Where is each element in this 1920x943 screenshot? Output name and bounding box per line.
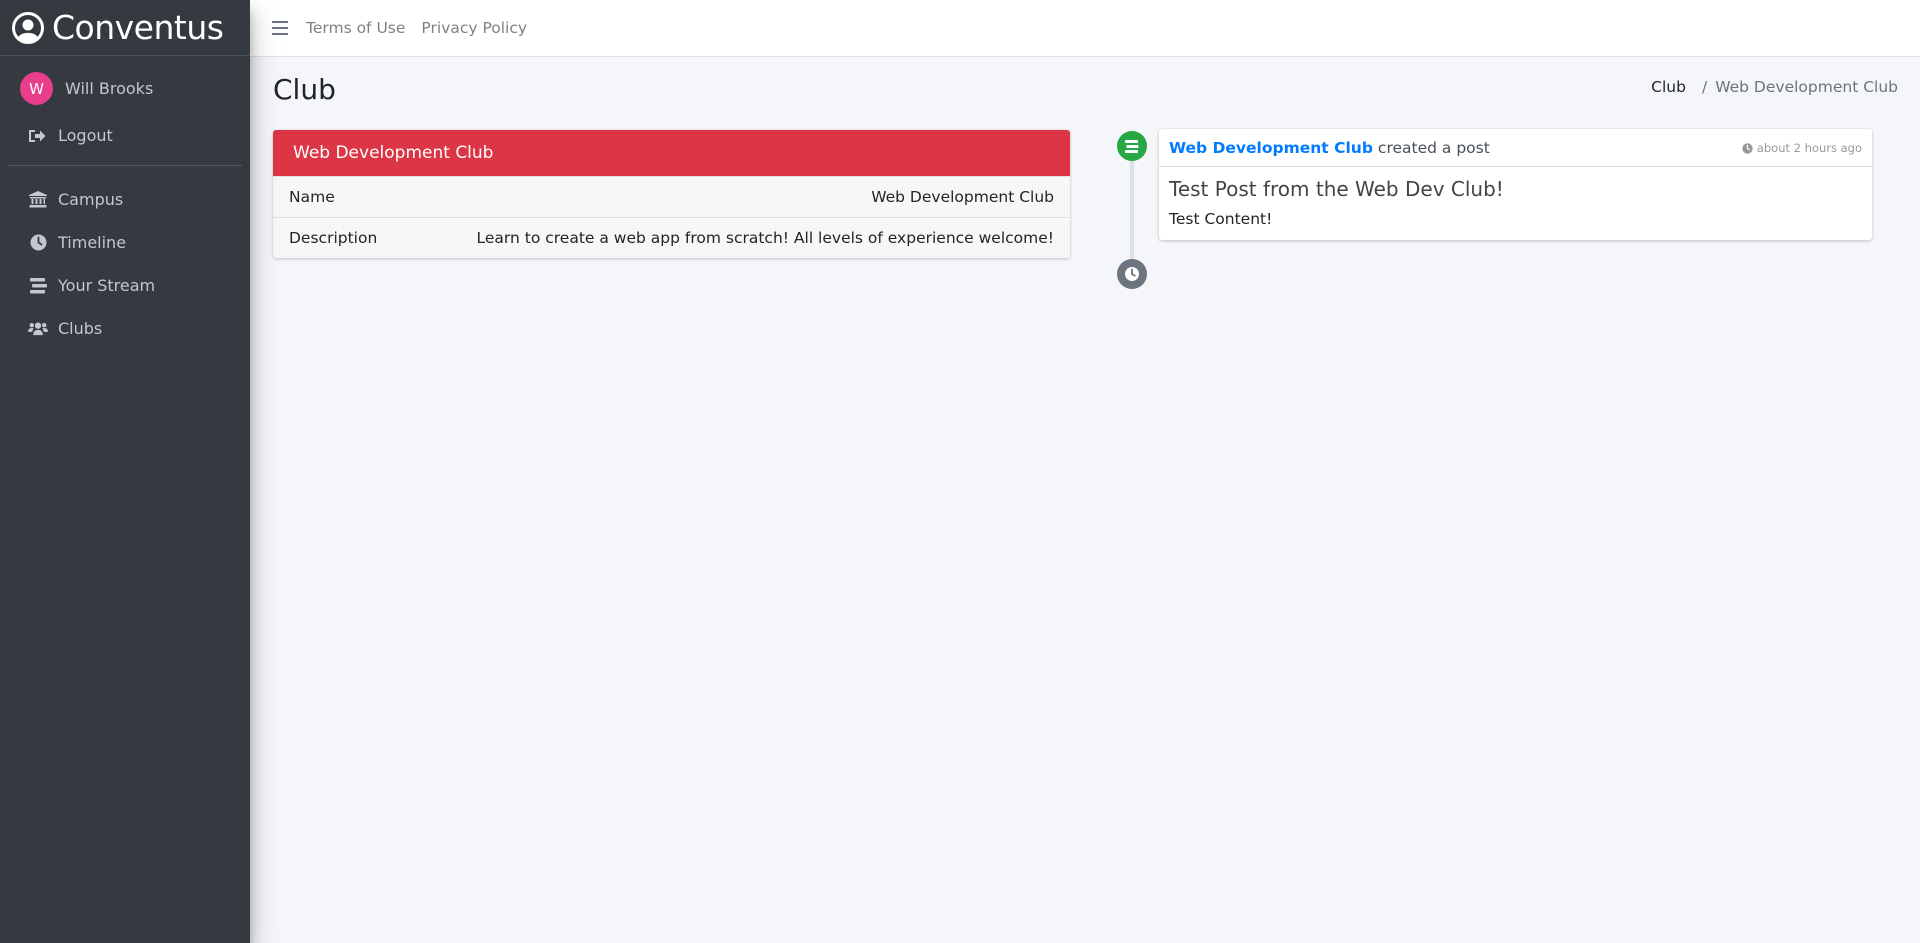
- post-content: Test Content!: [1169, 210, 1273, 228]
- sidebar-item-label: Campus: [58, 190, 124, 209]
- timeline-time: about 2 hours ago: [1742, 141, 1862, 155]
- stream-icon: [28, 277, 48, 295]
- breadcrumb-club-link[interactable]: Club: [1651, 78, 1686, 96]
- users-icon: [28, 320, 48, 338]
- sidebar-item-label: Your Stream: [58, 276, 156, 295]
- breadcrumb: Club / Web Development Club: [1651, 78, 1898, 96]
- brand-name: Conventus: [52, 8, 224, 47]
- timeline-line: [1130, 145, 1134, 273]
- club-name-label: Name: [289, 188, 335, 206]
- sidebar-item-timeline[interactable]: Timeline: [0, 221, 250, 264]
- terms-of-use-link[interactable]: Terms of Use: [306, 19, 405, 37]
- club-card-header: Web Development Club: [273, 130, 1070, 176]
- post-stream-icon: [1117, 131, 1147, 161]
- timeline-end-clock-icon: [1117, 259, 1147, 289]
- post-title: Test Post from the Web Dev Club!: [1169, 177, 1504, 201]
- logout-link[interactable]: Logout: [28, 126, 113, 145]
- timeline-item-body: Test Post from the Web Dev Club! Test Co…: [1159, 167, 1872, 240]
- clock-icon: [28, 234, 48, 252]
- user-info[interactable]: W Will Brooks: [20, 72, 153, 105]
- sidebar-item-clubs[interactable]: Clubs: [0, 307, 250, 350]
- club-name-value: Web Development Club: [871, 188, 1054, 206]
- user-panel: W Will Brooks Logout: [8, 56, 242, 166]
- sidebar-nav: Campus Timeline Your Stream Clubs: [0, 166, 250, 350]
- logout-label: Logout: [58, 126, 113, 145]
- sidebar-item-campus[interactable]: Campus: [0, 178, 250, 221]
- university-icon: [28, 191, 48, 209]
- sidebar: Conventus W Will Brooks Logout Campus Ti…: [0, 0, 250, 943]
- club-info-card: Web Development Club Name Web Developmen…: [273, 130, 1070, 258]
- timeline-item: Web Development Club created a post abou…: [1159, 129, 1872, 240]
- timeline-time-text: about 2 hours ago: [1756, 141, 1862, 155]
- breadcrumb-separator: /: [1701, 78, 1708, 96]
- club-description-row: Description Learn to create a web app fr…: [273, 217, 1070, 258]
- top-navbar: Terms of Use Privacy Policy: [250, 0, 1920, 57]
- sidebar-item-your-stream[interactable]: Your Stream: [0, 264, 250, 307]
- sign-out-icon: [28, 127, 48, 145]
- club-description-value: Learn to create a web app from scratch! …: [476, 229, 1054, 247]
- club-description-label: Description: [289, 229, 378, 247]
- page-title: Club: [273, 73, 336, 106]
- user-name: Will Brooks: [65, 79, 154, 98]
- avatar: W: [20, 72, 53, 105]
- conventus-logo-icon: [12, 11, 44, 44]
- timeline-item-header: Web Development Club created a post abou…: [1159, 129, 1872, 167]
- sidebar-item-label: Timeline: [58, 233, 127, 252]
- sidebar-item-label: Clubs: [58, 319, 103, 338]
- menu-toggle-icon[interactable]: [272, 21, 288, 35]
- breadcrumb-current: Web Development Club: [1715, 78, 1898, 96]
- timeline-action: created a post: [1377, 138, 1490, 157]
- brand-link[interactable]: Conventus: [0, 0, 250, 56]
- clock-icon: [1742, 142, 1753, 154]
- club-name-row: Name Web Development Club: [273, 176, 1070, 217]
- timeline-actor-link[interactable]: Web Development Club: [1169, 139, 1373, 157]
- privacy-policy-link[interactable]: Privacy Policy: [421, 19, 527, 37]
